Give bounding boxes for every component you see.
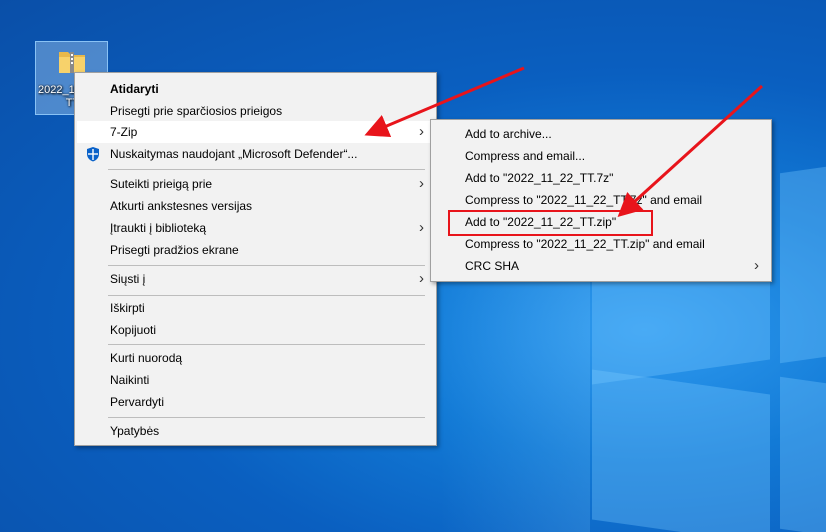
- menu-separator: [108, 265, 425, 266]
- submenu-item-add-to-archive[interactable]: Add to archive...: [433, 123, 769, 145]
- menu-item-pin-start[interactable]: Prisegti pradžios ekrane: [77, 239, 434, 261]
- submenu-item-crc-sha[interactable]: CRC SHA ›: [433, 255, 769, 277]
- chevron-right-icon: ›: [419, 175, 424, 192]
- menu-item-copy[interactable]: Kopijuoti: [77, 319, 434, 341]
- menu-separator: [108, 295, 425, 296]
- menu-item-defender-scan[interactable]: Nuskaitymas naudojant „Microsoft Defende…: [77, 143, 434, 165]
- defender-shield-icon: [87, 147, 99, 162]
- menu-item-restore-versions[interactable]: Atkurti ankstesnes versijas: [77, 195, 434, 217]
- chevron-right-icon: ›: [419, 219, 424, 236]
- menu-item-7zip[interactable]: 7-Zip ›: [77, 121, 434, 143]
- menu-item-send-to[interactable]: Siųsti į ›: [77, 268, 434, 290]
- submenu-item-compress-email[interactable]: Compress and email...: [433, 145, 769, 167]
- submenu-item-compress-zip-email[interactable]: Compress to "2022_11_22_TT.zip" and emai…: [433, 233, 769, 255]
- 7zip-submenu: Add to archive... Compress and email... …: [430, 119, 772, 282]
- menu-item-rename[interactable]: Pervardyti: [77, 391, 434, 413]
- context-menu: Atidaryti Prisegti prie sparčiosios prie…: [74, 72, 437, 446]
- wallpaper-logo-pane: [780, 376, 826, 532]
- menu-item-create-shortcut[interactable]: Kurti nuorodą: [77, 347, 434, 369]
- chevron-right-icon: ›: [419, 123, 424, 140]
- menu-separator: [108, 169, 425, 170]
- zip-folder-icon: [59, 52, 85, 73]
- menu-separator: [108, 417, 425, 418]
- menu-separator: [108, 344, 425, 345]
- chevron-right-icon: ›: [419, 270, 424, 287]
- wallpaper-light-beam: [440, 240, 590, 532]
- menu-item-include-library[interactable]: Įtraukti į biblioteką ›: [77, 217, 434, 239]
- wallpaper-logo-pane: [780, 166, 826, 364]
- highlight-box: [448, 210, 653, 236]
- submenu-item-add-to-7z[interactable]: Add to "2022_11_22_TT.7z": [433, 167, 769, 189]
- chevron-right-icon: ›: [754, 257, 759, 274]
- submenu-item-compress-7z-email[interactable]: Compress to "2022_11_22_TT.7z" and email: [433, 189, 769, 211]
- wallpaper-logo-pane: [592, 369, 770, 532]
- menu-item-give-access[interactable]: Suteikti prieigą prie ›: [77, 173, 434, 195]
- menu-item-delete[interactable]: Naikinti: [77, 369, 434, 391]
- menu-item-open[interactable]: Atidaryti: [77, 78, 434, 100]
- menu-item-cut[interactable]: Iškirpti: [77, 297, 434, 319]
- menu-item-properties[interactable]: Ypatybės: [77, 420, 434, 442]
- menu-item-pin-quick-access[interactable]: Prisegti prie sparčiosios prieigos: [77, 100, 434, 122]
